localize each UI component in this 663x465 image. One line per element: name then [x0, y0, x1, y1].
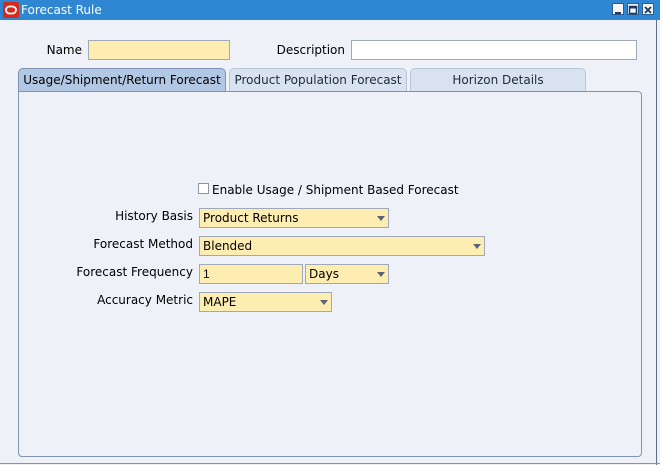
tab-usage-shipment-return[interactable]: Usage/Shipment/Return Forecast — [18, 68, 226, 92]
minimize-button[interactable] — [612, 3, 624, 15]
forecast-method-value: Blended — [203, 239, 253, 253]
history-basis-value: Product Returns — [203, 211, 299, 225]
accuracy-metric-label: Accuracy Metric — [97, 293, 193, 307]
chevron-down-icon[interactable] — [374, 209, 388, 227]
accuracy-metric-select[interactable]: MAPE — [199, 292, 332, 312]
chevron-down-icon[interactable] — [374, 265, 388, 283]
enable-usage-label: Enable Usage / Shipment Based Forecast — [212, 183, 459, 197]
title-bar[interactable]: Forecast Rule — [0, 0, 660, 20]
history-basis-select[interactable]: Product Returns — [199, 208, 389, 228]
forecast-method-label: Forecast Method — [93, 237, 193, 251]
close-icon — [644, 6, 652, 14]
tab-product-population[interactable]: Product Population Forecast — [229, 68, 407, 91]
window-right-border — [656, 20, 657, 465]
chevron-down-icon[interactable] — [470, 237, 484, 255]
forecast-frequency-unit-value: Days — [309, 267, 339, 281]
name-field[interactable] — [88, 40, 230, 60]
accuracy-metric-value: MAPE — [203, 295, 237, 309]
maximize-icon — [628, 5, 638, 15]
forecast-frequency-unit-select[interactable]: Days — [305, 264, 389, 284]
forecast-frequency-label: Forecast Frequency — [76, 265, 193, 279]
forecast-method-select[interactable]: Blended — [199, 236, 485, 256]
description-field[interactable] — [351, 40, 637, 60]
description-label: Description — [276, 43, 345, 57]
close-button[interactable] — [642, 3, 654, 15]
enable-usage-checkbox[interactable] — [198, 183, 209, 194]
minimize-icon — [615, 12, 621, 14]
window-title: Forecast Rule — [21, 3, 102, 17]
oracle-app-icon — [3, 2, 19, 18]
history-basis-label: History Basis — [115, 209, 193, 223]
forecast-rule-window: Forecast Rule Name Description Usage/Shi… — [0, 0, 660, 465]
name-label: Name — [46, 43, 82, 57]
window-bottom-border — [0, 463, 660, 464]
tab-horizon-details[interactable]: Horizon Details — [410, 68, 586, 91]
maximize-button[interactable] — [627, 3, 639, 15]
chevron-down-icon[interactable] — [317, 293, 331, 311]
forecast-frequency-field[interactable] — [199, 264, 303, 284]
